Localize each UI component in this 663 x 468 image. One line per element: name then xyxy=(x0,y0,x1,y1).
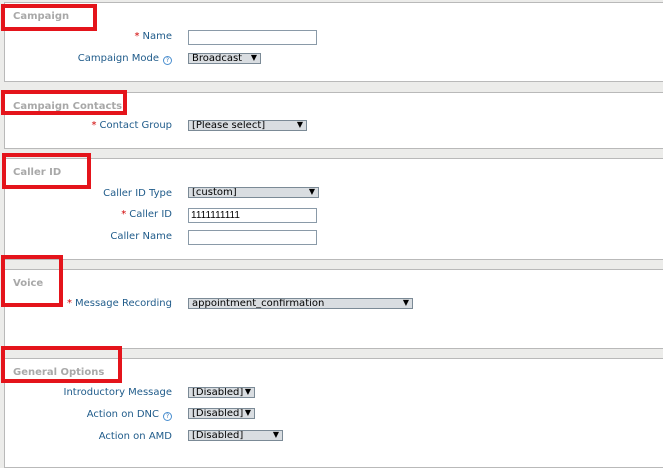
action-amd-value: [Disabled] xyxy=(192,430,244,441)
caller-id-label: * Caller ID xyxy=(121,209,172,220)
dropdown-arrow-icon: ▼ xyxy=(250,53,257,62)
action-dnc-select[interactable]: [Disabled] ▼ xyxy=(188,408,255,419)
caller-id-type-label: Caller ID Type xyxy=(103,188,172,199)
action-dnc-label: Action on DNC? xyxy=(87,409,172,421)
action-amd-label: Action on AMD xyxy=(99,431,172,442)
dropdown-arrow-icon: ▼ xyxy=(402,298,409,307)
caller-name-input[interactable] xyxy=(188,230,317,245)
action-amd-label-text: Action on AMD xyxy=(98,431,172,442)
help-icon[interactable]: ? xyxy=(163,412,172,421)
dropdown-arrow-icon: ▼ xyxy=(244,408,251,417)
contact-group-select[interactable]: [Please select] ▼ xyxy=(188,120,307,131)
help-icon[interactable]: ? xyxy=(163,56,172,65)
contact-group-label: * Contact Group xyxy=(91,120,172,131)
name-input[interactable] xyxy=(188,30,317,45)
required-marker: * xyxy=(91,120,97,131)
action-dnc-label-text: Action on DNC xyxy=(86,409,159,420)
required-marker: * xyxy=(121,209,127,220)
message-recording-label-text: Message Recording xyxy=(74,298,172,309)
voice-section-title: Voice xyxy=(13,278,44,289)
name-label: * Name xyxy=(134,31,172,42)
caller-id-type-value: [custom] xyxy=(192,187,237,198)
required-marker: * xyxy=(66,298,72,309)
campaign-mode-label: Campaign Mode? xyxy=(78,53,172,65)
campaign-section-title: Campaign xyxy=(13,11,70,22)
campaign-mode-value: Broadcast xyxy=(192,53,243,64)
caller-id-label-text: Caller ID xyxy=(129,209,172,220)
general-options-section-title: General Options xyxy=(13,367,105,378)
caller-id-section: Caller ID xyxy=(4,158,663,260)
dropdown-arrow-icon: ▼ xyxy=(244,387,251,396)
dropdown-arrow-icon: ▼ xyxy=(308,187,315,196)
campaign-mode-label-text: Campaign Mode xyxy=(77,53,159,64)
caller-id-section-title: Caller ID xyxy=(13,167,62,178)
dropdown-arrow-icon: ▼ xyxy=(296,120,303,129)
contact-group-label-text: Contact Group xyxy=(99,120,172,131)
caller-id-type-label-text: Caller ID Type xyxy=(103,188,172,199)
message-recording-select[interactable]: appointment_confirmation ▼ xyxy=(188,298,413,309)
intro-message-select[interactable]: [Disabled] ▼ xyxy=(188,387,255,398)
message-recording-label: * Message Recording xyxy=(67,298,172,309)
required-marker: * xyxy=(134,31,140,42)
action-amd-select[interactable]: [Disabled] ▼ xyxy=(188,430,283,441)
dropdown-arrow-icon: ▼ xyxy=(272,430,279,439)
intro-message-label: Introductory Message xyxy=(64,387,172,398)
campaign-mode-select[interactable]: Broadcast ▼ xyxy=(188,53,261,64)
action-dnc-value: [Disabled] xyxy=(192,408,244,419)
caller-id-input[interactable] xyxy=(188,208,317,223)
message-recording-value: appointment_confirmation xyxy=(192,298,325,309)
campaign-contacts-section-title: Campaign Contacts xyxy=(13,101,123,112)
caller-name-label: Caller Name xyxy=(110,231,172,242)
campaign-section: Campaign xyxy=(4,2,663,82)
voice-section: Voice xyxy=(4,269,663,349)
caller-id-type-select[interactable]: [custom] ▼ xyxy=(188,187,319,198)
intro-message-label-text: Introductory Message xyxy=(63,387,172,398)
caller-name-label-text: Caller Name xyxy=(110,231,172,242)
name-label-text: Name xyxy=(142,31,172,42)
intro-message-value: [Disabled] xyxy=(192,387,244,398)
contact-group-value: [Please select] xyxy=(192,120,266,131)
